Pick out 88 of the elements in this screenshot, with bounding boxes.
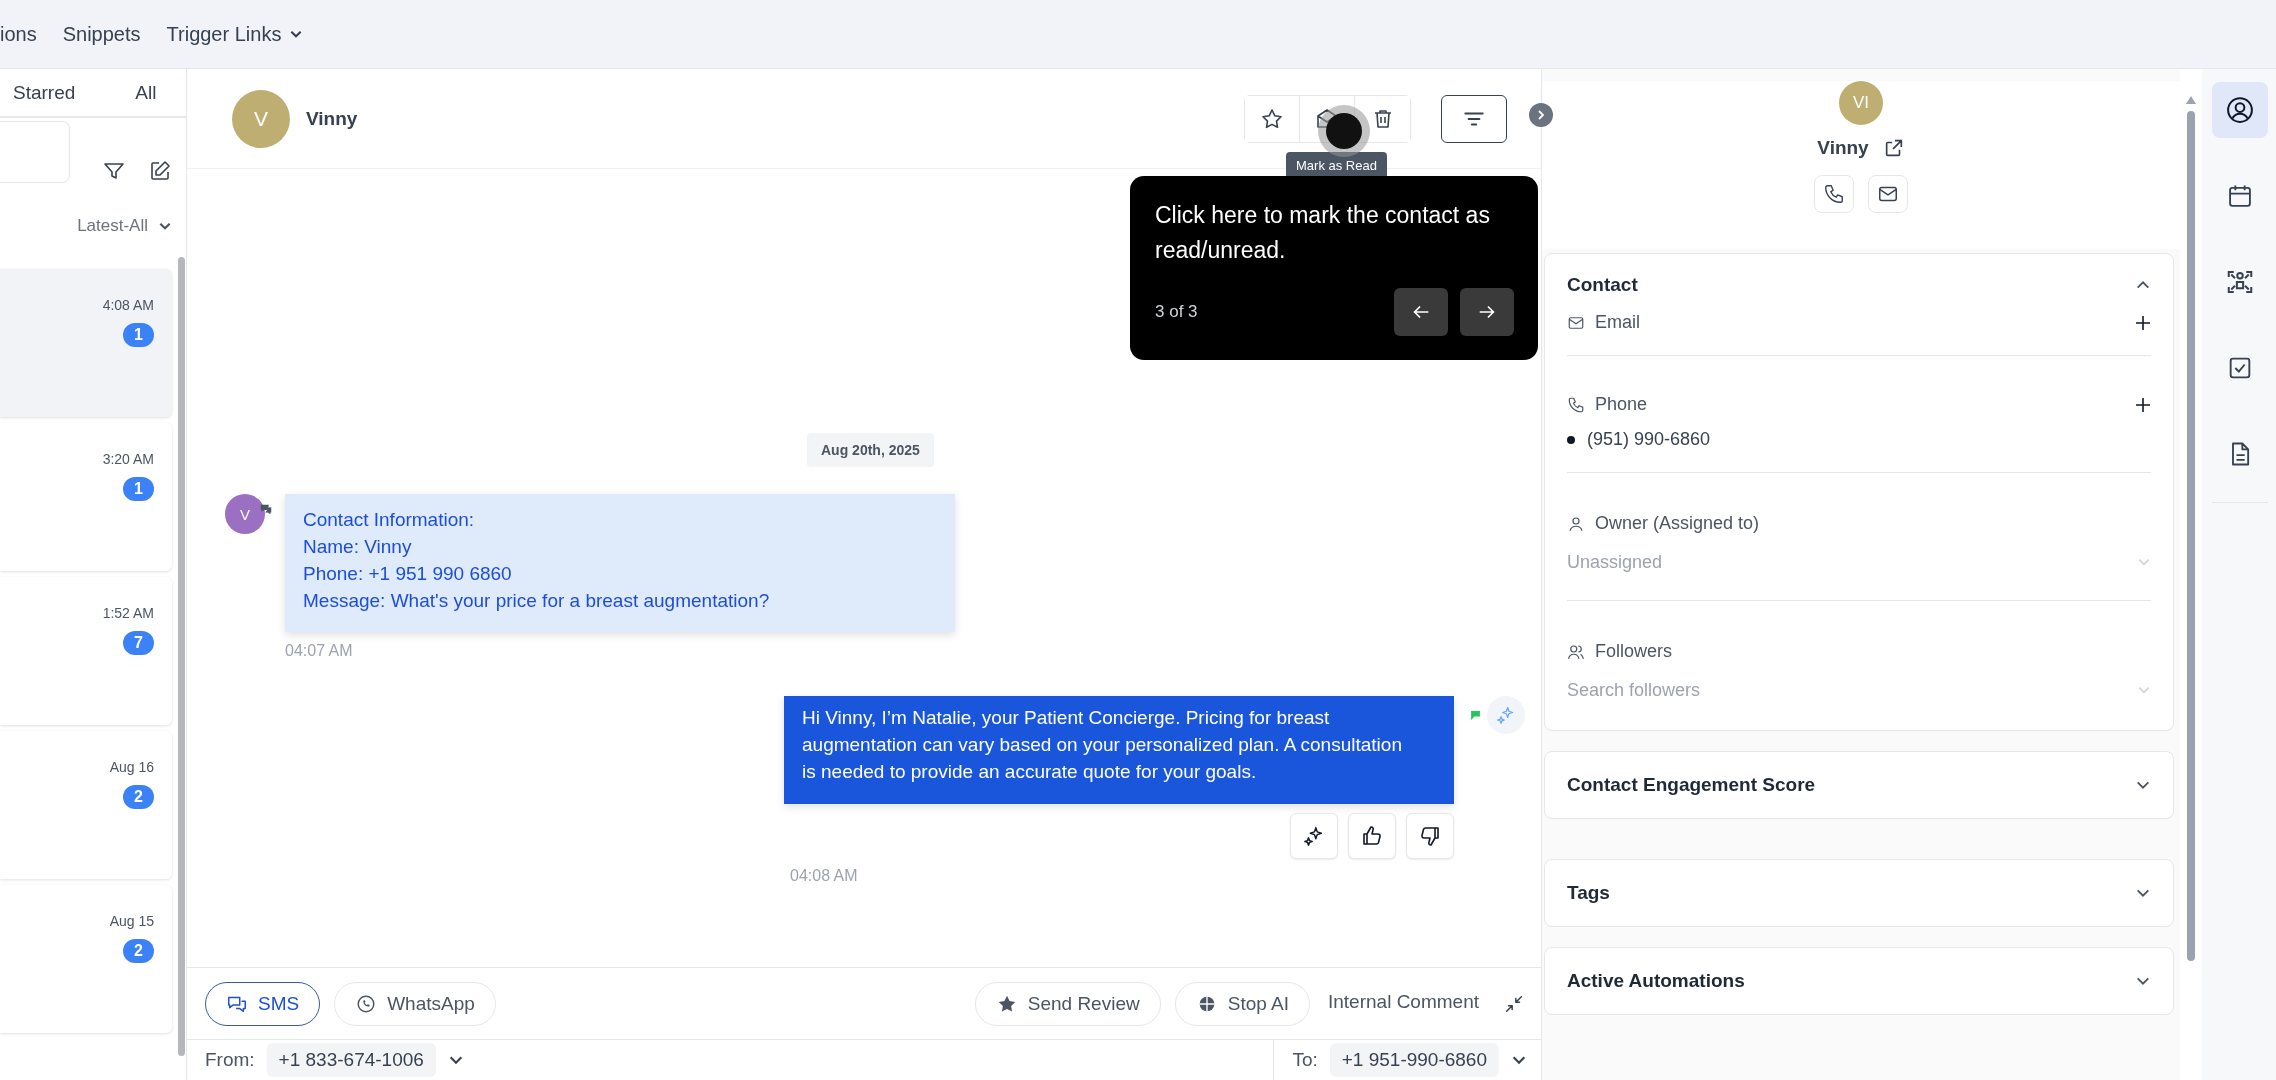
field-label: Owner (Assigned to) <box>1595 513 1760 534</box>
plus-icon[interactable] <box>2135 396 2151 413</box>
nav-link[interactable]: Trigger Links <box>166 22 304 46</box>
expand-panel-button[interactable] <box>1529 103 1553 127</box>
thumbs-up-button[interactable] <box>1348 813 1396 859</box>
select-field[interactable]: Search followers <box>1567 679 2137 701</box>
message-text: Hi Vinny, I’m Natalie, your Patient Concierge. Pricing for breast augmentation can vary based on your personalized plan. A consultation is needed to provide an accurate quote for your goals. <box>802 706 1403 784</box>
conversation-time: 3:20 AM <box>102 451 154 467</box>
thumbs-down-icon <box>1418 824 1442 848</box>
sparkle-icon <box>1303 825 1325 847</box>
unread-badge: 7 <box>123 631 154 655</box>
flag-icon <box>1470 710 1481 721</box>
field-label: Followers <box>1595 641 1673 662</box>
from-label: From: <box>205 1049 255 1071</box>
conversation-time: 4:08 AM <box>102 297 154 313</box>
message-time: 04:08 AM <box>790 867 858 884</box>
conversation-card[interactable]: Aug 15 2 <box>0 885 172 1033</box>
internal-comment-tab[interactable]: Internal Comment <box>1328 990 1479 1013</box>
conversation-time: Aug 16 <box>109 759 154 775</box>
send-review-button[interactable]: Send Review <box>974 981 1161 1026</box>
conversation-time: Aug 15 <box>109 913 154 929</box>
scrollbar[interactable] <box>178 257 185 1056</box>
phone-icon <box>1567 395 1585 414</box>
message-text: Contact Information: <box>303 508 476 532</box>
filter-button[interactable] <box>1441 94 1507 143</box>
people-icon <box>1567 642 1585 661</box>
to-label: To: <box>1292 1049 1318 1071</box>
field-label: Email <box>1595 312 1640 333</box>
channel-tab[interactable]: SMS <box>205 981 321 1026</box>
unread-badge: 2 <box>123 785 154 809</box>
email-button[interactable] <box>1868 175 1908 213</box>
conversation-card[interactable]: 3:20 AM 1 <box>0 423 172 571</box>
message-text: Name: Vinny <box>303 535 413 559</box>
channel-tab[interactable]: WhatsApp <box>334 981 496 1026</box>
thumbs-down-button[interactable] <box>1406 813 1454 859</box>
section-title: Tags <box>1567 882 1610 904</box>
section-card[interactable]: Tags <box>1544 859 2174 927</box>
ai-sparkle-icon <box>1487 696 1525 734</box>
unread-badge: 1 <box>123 477 154 501</box>
conversation-card[interactable]: Aug 16 2 <box>0 731 172 879</box>
ai-sparkle-button[interactable] <box>1290 813 1338 859</box>
conversation-time: 1:52 AM <box>102 605 154 621</box>
section-title: Active Automations <box>1567 970 1745 992</box>
nav-link[interactable]: ions <box>0 22 37 46</box>
contact-name: Vinny <box>1817 137 1869 159</box>
unread-badge: 2 <box>123 939 154 963</box>
tour-text: Click here to mark the contact as read/unread. <box>1155 201 1491 265</box>
section-title: Contact <box>1567 274 1638 296</box>
from-number-select[interactable]: +1 833-674-1006 <box>266 1043 436 1077</box>
chat-icon <box>259 502 273 516</box>
conversation-card[interactable]: 1:52 AM 7 <box>0 577 172 725</box>
sender-avatar: V <box>225 494 265 534</box>
star-icon <box>1260 106 1284 131</box>
select-field[interactable]: Unassigned <box>1567 551 2137 573</box>
chevron-right-icon <box>1535 109 1547 121</box>
contact-avatar: V <box>232 89 290 148</box>
section-title: Contact Engagement Score <box>1567 774 1816 796</box>
phone-number: (951) 990-6860 <box>1587 429 1711 450</box>
inbox-tab[interactable]: All <box>135 81 157 104</box>
message-text: Message: What's your price for a breast augmentation? <box>303 589 771 613</box>
stop-ai-button[interactable]: Stop AI <box>1174 981 1310 1026</box>
contact-name: Vinny <box>306 107 358 130</box>
contact-avatar: VI <box>1839 81 1883 125</box>
phone-icon <box>1823 183 1845 205</box>
unread-badge: 1 <box>123 323 154 347</box>
search-field[interactable] <box>0 121 70 183</box>
tour-step-counter: 3 of 3 <box>1155 302 1198 322</box>
date-chip: Aug 20th, 2025 <box>807 433 934 467</box>
edit-icon[interactable] <box>148 159 172 183</box>
message-text: Phone: +1 951 990 6860 <box>303 562 513 586</box>
nav-link[interactable]: Snippets <box>62 22 141 46</box>
inbox-tab[interactable]: Starred <box>13 81 76 104</box>
star-button[interactable] <box>1245 95 1300 142</box>
section-card[interactable]: Contact Engagement Score <box>1544 751 2174 819</box>
contact-tab[interactable] <box>2212 82 2268 138</box>
bullet-dot <box>1567 435 1575 444</box>
message-time: 04:07 AM <box>285 642 354 660</box>
sort-label[interactable]: Latest-All <box>77 216 148 236</box>
to-number-select[interactable]: +1 951-990-6860 <box>1329 1043 1499 1077</box>
person-circle-icon <box>2225 95 2255 125</box>
scrollbar[interactable] <box>2187 111 2195 961</box>
thumbs-up-icon <box>1360 824 1384 848</box>
plus-icon[interactable] <box>2135 314 2151 331</box>
section-card[interactable]: Active Automations <box>1544 947 2174 1015</box>
person-icon <box>1567 514 1585 533</box>
field-label: Phone <box>1595 394 1648 415</box>
conversation-card[interactable]: 4:08 AM 1 <box>0 269 172 417</box>
call-button[interactable] <box>1814 175 1854 213</box>
